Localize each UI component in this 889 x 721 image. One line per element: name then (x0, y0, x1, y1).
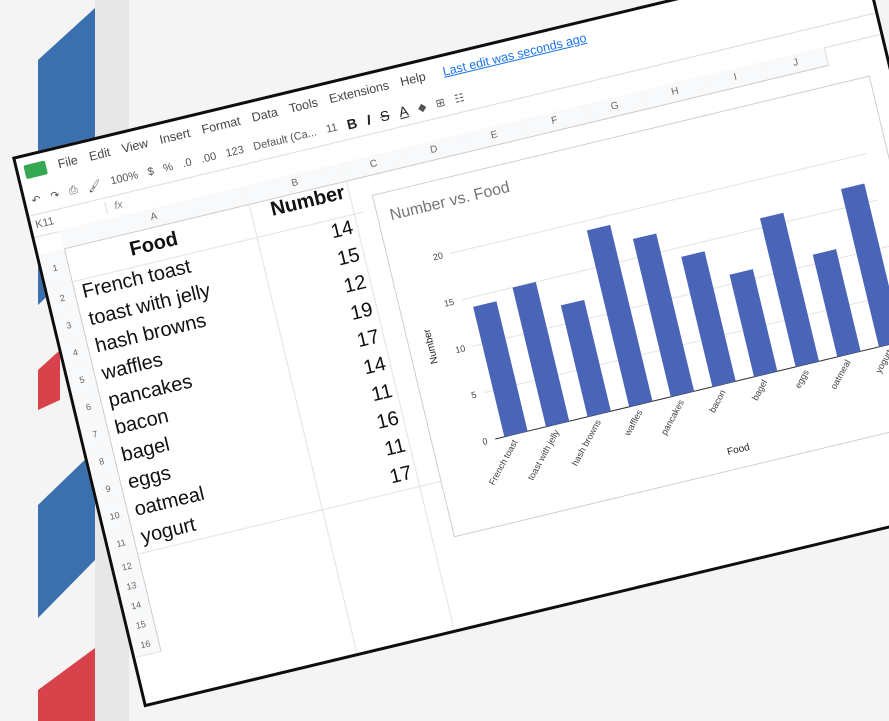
x-axis-label: Food (726, 442, 751, 458)
red-stripe-mid (38, 350, 60, 410)
sheets-logo[interactable] (23, 160, 48, 180)
merge-cells-icon[interactable]: ☷ (453, 90, 465, 105)
menu-data[interactable]: Data (250, 105, 279, 125)
undo-icon[interactable]: ↶ (30, 192, 42, 207)
chart-bar[interactable] (812, 249, 861, 357)
menu-file[interactable]: File (56, 153, 79, 171)
row-header[interactable]: 16 (130, 631, 162, 659)
y-tick-label: 0 (481, 436, 488, 447)
redo-icon[interactable]: ↷ (49, 188, 61, 203)
paint-format-icon[interactable]: 🖌 (86, 178, 102, 194)
y-tick-label: 5 (470, 390, 477, 401)
menu-view[interactable]: View (120, 136, 149, 156)
y-tick-label: 15 (443, 297, 455, 309)
zoom-select[interactable]: 100% (109, 169, 139, 187)
grid-line (450, 152, 867, 254)
menu-edit[interactable]: Edit (88, 145, 112, 164)
x-tick-label: bacon (707, 388, 727, 414)
x-tick-label: toast with jelly (526, 428, 562, 482)
x-tick-label: waffles (622, 408, 645, 439)
menu-format[interactable]: Format (200, 114, 242, 137)
menu-tools[interactable]: Tools (288, 95, 320, 115)
x-tick-label: hash browns (570, 418, 603, 468)
x-tick-label: yogurt (873, 348, 889, 375)
chart-title: Number vs. Food (388, 179, 511, 224)
strikethrough-button[interactable]: S (378, 107, 391, 125)
chart-bar[interactable] (729, 269, 778, 377)
italic-button[interactable]: I (365, 111, 373, 127)
blue-stripe-bottom (38, 450, 95, 618)
currency-button[interactable]: $ (146, 165, 155, 178)
y-tick-label: 20 (432, 250, 444, 262)
chart-bar[interactable] (681, 251, 736, 387)
bold-button[interactable]: B (345, 115, 359, 133)
y-tick-label: 10 (454, 343, 466, 355)
food-cell[interactable]: eggs (126, 462, 174, 494)
menu-help[interactable]: Help (399, 69, 427, 89)
font-size-select[interactable]: 11 (325, 121, 339, 135)
x-tick-label: bagel (750, 378, 769, 402)
x-tick-label: oatmeal (828, 358, 852, 391)
chart-bar[interactable] (473, 301, 528, 437)
x-tick-label: pancakes (659, 398, 686, 437)
print-icon[interactable]: ⎙ (68, 183, 80, 198)
y-axis-label: Number (422, 327, 441, 365)
x-tick-label: eggs (793, 368, 811, 390)
chart-bar[interactable] (560, 299, 611, 417)
red-stripe-bottom (38, 648, 95, 721)
more-formats-button[interactable]: 123 (225, 144, 246, 160)
increase-decimal-button[interactable]: .00 (200, 150, 218, 165)
percent-button[interactable]: % (162, 161, 174, 175)
menu-insert[interactable]: Insert (158, 126, 192, 147)
borders-icon[interactable]: ⊞ (434, 95, 446, 110)
fill-color-icon[interactable]: ◆ (416, 100, 428, 115)
text-color-button[interactable]: A (397, 102, 410, 120)
x-tick-label: French toast (487, 438, 520, 487)
decrease-decimal-button[interactable]: .0 (181, 156, 193, 170)
fx-icon: fx (112, 198, 125, 213)
